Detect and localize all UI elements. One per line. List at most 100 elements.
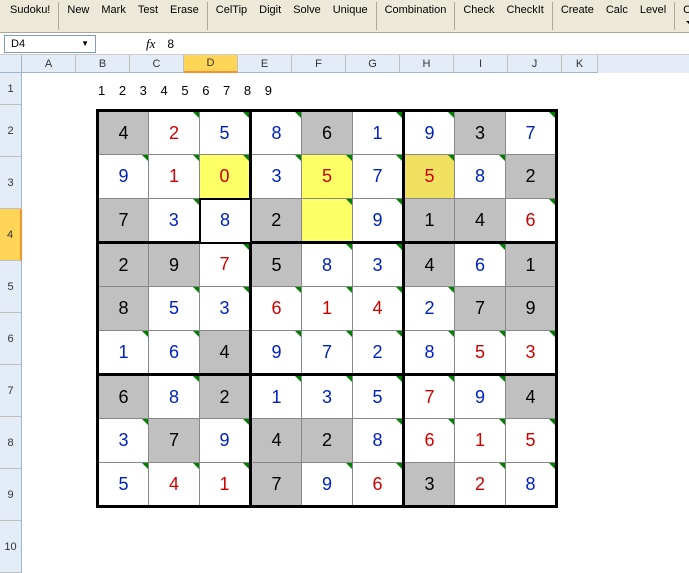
menu-checkit[interactable]: CheckIt xyxy=(501,2,550,30)
cell-r4c9[interactable]: 1 xyxy=(506,243,557,287)
row-header-5[interactable]: 5 xyxy=(0,261,22,313)
menu-cleanup[interactable]: Cleanup xyxy=(677,2,689,30)
cell-r4c2[interactable]: 9 xyxy=(149,243,200,287)
fx-label[interactable]: fx xyxy=(146,36,155,52)
col-header-e[interactable]: E xyxy=(238,55,292,73)
cell-r2c9[interactable]: 2 xyxy=(506,155,557,199)
cell-r8c4[interactable]: 4 xyxy=(251,419,302,463)
cell-r8c3[interactable]: 9 xyxy=(200,419,251,463)
formula-value[interactable]: 8 xyxy=(167,37,174,51)
col-header-j[interactable]: J xyxy=(508,55,562,73)
cell-r1c6[interactable]: 1 xyxy=(353,111,404,155)
cell-r5c9[interactable]: 9 xyxy=(506,287,557,331)
cell-r6c3[interactable]: 4 xyxy=(200,331,251,375)
cell-r9c4[interactable]: 7 xyxy=(251,463,302,507)
cell-r7c7[interactable]: 7 xyxy=(404,375,455,419)
chevron-down-icon[interactable]: ▼ xyxy=(81,39,89,48)
cell-r5c3[interactable]: 3 xyxy=(200,287,251,331)
cell-r2c3[interactable]: 0 xyxy=(200,155,251,199)
menu-erase[interactable]: Erase xyxy=(164,2,205,30)
cell-r5c1[interactable]: 8 xyxy=(98,287,149,331)
row-header-2[interactable]: 2 xyxy=(0,105,22,157)
cell-r8c6[interactable]: 8 xyxy=(353,419,404,463)
cell-r4c7[interactable]: 4 xyxy=(404,243,455,287)
col-header-f[interactable]: F xyxy=(292,55,346,73)
cell-r9c9[interactable]: 8 xyxy=(506,463,557,507)
cell-r7c6[interactable]: 5 xyxy=(353,375,404,419)
cell-r8c8[interactable]: 1 xyxy=(455,419,506,463)
cell-r8c2[interactable]: 7 xyxy=(149,419,200,463)
cell-r1c8[interactable]: 3 xyxy=(455,111,506,155)
cell-r2c8[interactable]: 8 xyxy=(455,155,506,199)
cell-r7c3[interactable]: 2 xyxy=(200,375,251,419)
cell-r3c5[interactable] xyxy=(302,199,353,243)
row-header-1[interactable]: 1 xyxy=(0,73,22,105)
cell-r7c1[interactable]: 6 xyxy=(98,375,149,419)
cell-r2c7[interactable]: 5 xyxy=(404,155,455,199)
menu-combination[interactable]: Combination xyxy=(379,2,453,30)
cell-r2c4[interactable]: 3 xyxy=(251,155,302,199)
row-header-6[interactable]: 6 xyxy=(0,313,22,365)
cell-r7c4[interactable]: 1 xyxy=(251,375,302,419)
menu-level[interactable]: Level xyxy=(634,2,672,30)
name-box[interactable]: D4▼ xyxy=(4,35,96,53)
cell-r3c8[interactable]: 4 xyxy=(455,199,506,243)
cell-r6c4[interactable]: 9 xyxy=(251,331,302,375)
cell-r1c5[interactable]: 6 xyxy=(302,111,353,155)
menu-new[interactable]: New xyxy=(61,2,95,30)
cell-r5c6[interactable]: 4 xyxy=(353,287,404,331)
menu-test[interactable]: Test xyxy=(132,2,164,30)
cell-r4c4[interactable]: 5 xyxy=(251,243,302,287)
cell-r8c9[interactable]: 5 xyxy=(506,419,557,463)
menu-unique[interactable]: Unique xyxy=(327,2,374,30)
col-header-c[interactable]: C xyxy=(130,55,184,73)
cell-r3c1[interactable]: 7 xyxy=(98,199,149,243)
cell-r4c5[interactable]: 8 xyxy=(302,243,353,287)
cell-r9c7[interactable]: 3 xyxy=(404,463,455,507)
col-header-k[interactable]: K xyxy=(562,55,598,73)
cell-r5c8[interactable]: 7 xyxy=(455,287,506,331)
menu-create[interactable]: Create xyxy=(555,2,600,30)
select-all-corner[interactable] xyxy=(0,55,22,73)
cell-r3c3[interactable]: 8 xyxy=(200,199,251,243)
cell-r4c6[interactable]: 3 xyxy=(353,243,404,287)
cell-r9c3[interactable]: 1 xyxy=(200,463,251,507)
cell-r1c7[interactable]: 9 xyxy=(404,111,455,155)
menu-sudoku[interactable]: Sudoku! xyxy=(4,2,56,30)
cell-r9c8[interactable]: 2 xyxy=(455,463,506,507)
cell-r5c5[interactable]: 1 xyxy=(302,287,353,331)
cell-r9c6[interactable]: 6 xyxy=(353,463,404,507)
cell-r7c9[interactable]: 4 xyxy=(506,375,557,419)
col-header-b[interactable]: B xyxy=(76,55,130,73)
cell-r6c6[interactable]: 2 xyxy=(353,331,404,375)
cell-r6c5[interactable]: 7 xyxy=(302,331,353,375)
cell-r8c7[interactable]: 6 xyxy=(404,419,455,463)
menu-calc[interactable]: Calc xyxy=(600,2,634,30)
cell-r6c9[interactable]: 3 xyxy=(506,331,557,375)
row-header-9[interactable]: 9 xyxy=(0,469,22,521)
cell-r6c1[interactable]: 1 xyxy=(98,331,149,375)
cell-r2c6[interactable]: 7 xyxy=(353,155,404,199)
cell-r1c1[interactable]: 4 xyxy=(98,111,149,155)
cell-r1c4[interactable]: 8 xyxy=(251,111,302,155)
menu-digit[interactable]: Digit xyxy=(253,2,287,30)
menu-mark[interactable]: Mark xyxy=(95,2,131,30)
menu-celtip[interactable]: CelTip xyxy=(210,2,253,30)
cell-r6c8[interactable]: 5 xyxy=(455,331,506,375)
row-header-8[interactable]: 8 xyxy=(0,417,22,469)
col-header-g[interactable]: G xyxy=(346,55,400,73)
cell-r9c2[interactable]: 4 xyxy=(149,463,200,507)
cell-r7c8[interactable]: 9 xyxy=(455,375,506,419)
menu-solve[interactable]: Solve xyxy=(287,2,327,30)
cell-r7c5[interactable]: 3 xyxy=(302,375,353,419)
cell-r3c6[interactable]: 9 xyxy=(353,199,404,243)
cell-r7c2[interactable]: 8 xyxy=(149,375,200,419)
col-header-h[interactable]: H xyxy=(400,55,454,73)
col-header-i[interactable]: I xyxy=(454,55,508,73)
cell-r5c4[interactable]: 6 xyxy=(251,287,302,331)
row-header-4[interactable]: 4 xyxy=(0,209,22,261)
row-header-7[interactable]: 7 xyxy=(0,365,22,417)
cell-r1c2[interactable]: 2 xyxy=(149,111,200,155)
cell-r4c3[interactable]: 7 xyxy=(200,243,251,287)
menu-check[interactable]: Check xyxy=(457,2,500,30)
